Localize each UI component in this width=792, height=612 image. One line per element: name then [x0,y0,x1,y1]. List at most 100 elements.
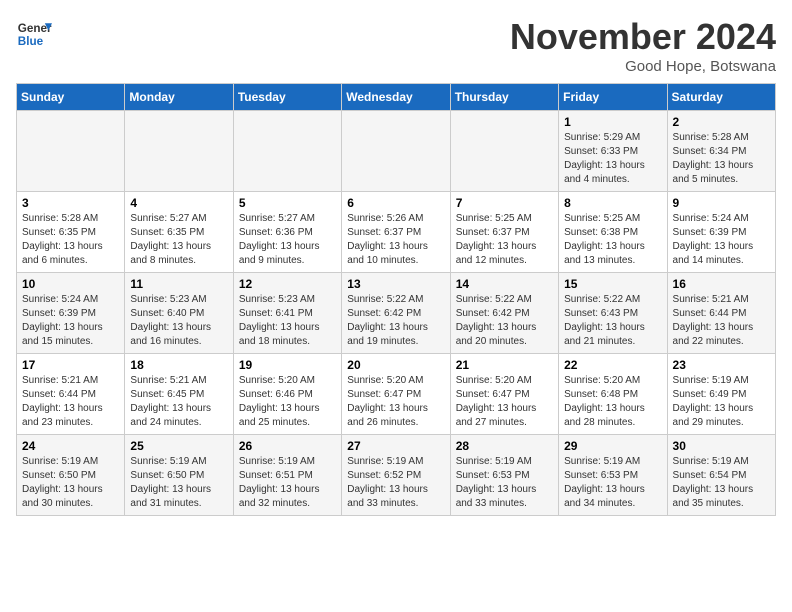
calendar-cell: 23 Sunrise: 5:19 AMSunset: 6:49 PMDayligh… [667,354,775,435]
calendar-cell [125,111,233,192]
day-number: 18 [130,358,227,372]
location-subtitle: Good Hope, Botswana [510,58,776,75]
calendar-header-row: SundayMondayTuesdayWednesdayThursdayFrid… [17,84,776,111]
day-number: 4 [130,196,227,210]
day-number: 15 [564,277,661,291]
day-header-thursday: Thursday [450,84,558,111]
day-header-sunday: Sunday [17,84,125,111]
logo: General Blue [16,16,52,52]
calendar-cell: 8 Sunrise: 5:25 AMSunset: 6:38 PMDaylight… [559,192,667,273]
calendar-week-row: 24Sunrise: 5:19 AMSunset: 6:50 PMDayligh… [17,435,776,516]
calendar-week-row: 1 Sunrise: 5:29 AMSunset: 6:33 PMDaylight… [17,111,776,192]
day-number: 12 [239,277,336,291]
day-info: Sunrise: 5:19 AMSunset: 6:53 PMDaylight:… [456,455,553,511]
day-number: 26 [239,439,336,453]
day-number: 17 [22,358,119,372]
day-header-tuesday: Tuesday [233,84,341,111]
day-info: Sunrise: 5:19 AMSunset: 6:52 PMDaylight:… [347,455,444,511]
day-header-wednesday: Wednesday [342,84,450,111]
day-info: Sunrise: 5:28 AMSunset: 6:35 PMDaylight:… [22,212,119,268]
day-info: Sunrise: 5:19 AMSunset: 6:49 PMDaylight:… [673,374,770,430]
calendar-cell [450,111,558,192]
day-info: Sunrise: 5:27 AMSunset: 6:36 PMDaylight:… [239,212,336,268]
calendar-cell [17,111,125,192]
day-info: Sunrise: 5:20 AMSunset: 6:47 PMDaylight:… [347,374,444,430]
day-info: Sunrise: 5:27 AMSunset: 6:35 PMDaylight:… [130,212,227,268]
day-info: Sunrise: 5:19 AMSunset: 6:50 PMDaylight:… [22,455,119,511]
day-number: 13 [347,277,444,291]
day-number: 9 [673,196,770,210]
calendar-cell: 1 Sunrise: 5:29 AMSunset: 6:33 PMDaylight… [559,111,667,192]
calendar-cell: 15Sunrise: 5:22 AMSunset: 6:43 PMDayligh… [559,273,667,354]
calendar-cell: 21 Sunrise: 5:20 AMSunset: 6:47 PMDayligh… [450,354,558,435]
calendar-cell: 20 Sunrise: 5:20 AMSunset: 6:47 PMDayligh… [342,354,450,435]
day-info: Sunrise: 5:21 AMSunset: 6:44 PMDaylight:… [673,293,770,349]
day-info: Sunrise: 5:29 AMSunset: 6:33 PMDaylight:… [564,131,661,187]
day-info: Sunrise: 5:20 AMSunset: 6:48 PMDaylight:… [564,374,661,430]
svg-text:Blue: Blue [18,35,44,48]
day-info: Sunrise: 5:20 AMSunset: 6:47 PMDaylight:… [456,374,553,430]
day-number: 28 [456,439,553,453]
calendar-cell: 17Sunrise: 5:21 AMSunset: 6:44 PMDayligh… [17,354,125,435]
day-number: 20 [347,358,444,372]
day-number: 19 [239,358,336,372]
day-info: Sunrise: 5:23 AMSunset: 6:41 PMDaylight:… [239,293,336,349]
day-info: Sunrise: 5:20 AMSunset: 6:46 PMDaylight:… [239,374,336,430]
calendar-cell: 13 Sunrise: 5:22 AMSunset: 6:42 PMDayligh… [342,273,450,354]
day-info: Sunrise: 5:22 AMSunset: 6:42 PMDaylight:… [347,293,444,349]
day-info: Sunrise: 5:26 AMSunset: 6:37 PMDaylight:… [347,212,444,268]
day-info: Sunrise: 5:23 AMSunset: 6:40 PMDaylight:… [130,293,227,349]
calendar-cell: 18 Sunrise: 5:21 AMSunset: 6:45 PMDayligh… [125,354,233,435]
calendar-cell: 29 Sunrise: 5:19 AMSunset: 6:53 PMDayligh… [559,435,667,516]
day-info: Sunrise: 5:19 AMSunset: 6:50 PMDaylight:… [130,455,227,511]
calendar-cell: 6 Sunrise: 5:26 AMSunset: 6:37 PMDaylight… [342,192,450,273]
calendar-cell: 16 Sunrise: 5:21 AMSunset: 6:44 PMDayligh… [667,273,775,354]
day-info: Sunrise: 5:22 AMSunset: 6:42 PMDaylight:… [456,293,553,349]
day-number: 2 [673,115,770,129]
calendar-cell: 9 Sunrise: 5:24 AMSunset: 6:39 PMDaylight… [667,192,775,273]
day-number: 5 [239,196,336,210]
day-number: 10 [22,277,119,291]
day-number: 25 [130,439,227,453]
day-number: 21 [456,358,553,372]
day-info: Sunrise: 5:24 AMSunset: 6:39 PMDaylight:… [673,212,770,268]
day-number: 8 [564,196,661,210]
day-info: Sunrise: 5:25 AMSunset: 6:37 PMDaylight:… [456,212,553,268]
calendar-cell: 25 Sunrise: 5:19 AMSunset: 6:50 PMDayligh… [125,435,233,516]
calendar-cell: 11 Sunrise: 5:23 AMSunset: 6:40 PMDayligh… [125,273,233,354]
day-info: Sunrise: 5:25 AMSunset: 6:38 PMDaylight:… [564,212,661,268]
calendar-cell: 4 Sunrise: 5:27 AMSunset: 6:35 PMDaylight… [125,192,233,273]
calendar-cell: 3 Sunrise: 5:28 AMSunset: 6:35 PMDaylight… [17,192,125,273]
day-number: 16 [673,277,770,291]
day-header-saturday: Saturday [667,84,775,111]
day-number: 22 [564,358,661,372]
calendar-cell: 19 Sunrise: 5:20 AMSunset: 6:46 PMDayligh… [233,354,341,435]
day-info: Sunrise: 5:24 AMSunset: 6:39 PMDaylight:… [22,293,119,349]
day-info: Sunrise: 5:19 AMSunset: 6:51 PMDaylight:… [239,455,336,511]
calendar-cell: 24Sunrise: 5:19 AMSunset: 6:50 PMDayligh… [17,435,125,516]
calendar-cell [342,111,450,192]
calendar-week-row: 17Sunrise: 5:21 AMSunset: 6:44 PMDayligh… [17,354,776,435]
page-header: General Blue November 2024 Good Hope, Bo… [16,16,776,75]
day-number: 6 [347,196,444,210]
calendar-cell: 30Sunrise: 5:19 AMSunset: 6:54 PMDayligh… [667,435,775,516]
day-info: Sunrise: 5:19 AMSunset: 6:53 PMDaylight:… [564,455,661,511]
calendar-table: SundayMondayTuesdayWednesdayThursdayFrid… [16,83,776,516]
calendar-week-row: 3 Sunrise: 5:28 AMSunset: 6:35 PMDaylight… [17,192,776,273]
calendar-cell: 22 Sunrise: 5:20 AMSunset: 6:48 PMDayligh… [559,354,667,435]
calendar-cell [233,111,341,192]
day-number: 23 [673,358,770,372]
day-header-monday: Monday [125,84,233,111]
month-year-title: November 2024 [510,16,776,58]
day-info: Sunrise: 5:21 AMSunset: 6:45 PMDaylight:… [130,374,227,430]
calendar-cell: 7Sunrise: 5:25 AMSunset: 6:37 PMDaylight… [450,192,558,273]
day-number: 3 [22,196,119,210]
day-number: 1 [564,115,661,129]
day-number: 11 [130,277,227,291]
day-info: Sunrise: 5:28 AMSunset: 6:34 PMDaylight:… [673,131,770,187]
calendar-cell: 12 Sunrise: 5:23 AMSunset: 6:41 PMDayligh… [233,273,341,354]
calendar-body: 1 Sunrise: 5:29 AMSunset: 6:33 PMDaylight… [17,111,776,516]
calendar-week-row: 10 Sunrise: 5:24 AMSunset: 6:39 PMDayligh… [17,273,776,354]
day-number: 29 [564,439,661,453]
calendar-cell: 28 Sunrise: 5:19 AMSunset: 6:53 PMDayligh… [450,435,558,516]
